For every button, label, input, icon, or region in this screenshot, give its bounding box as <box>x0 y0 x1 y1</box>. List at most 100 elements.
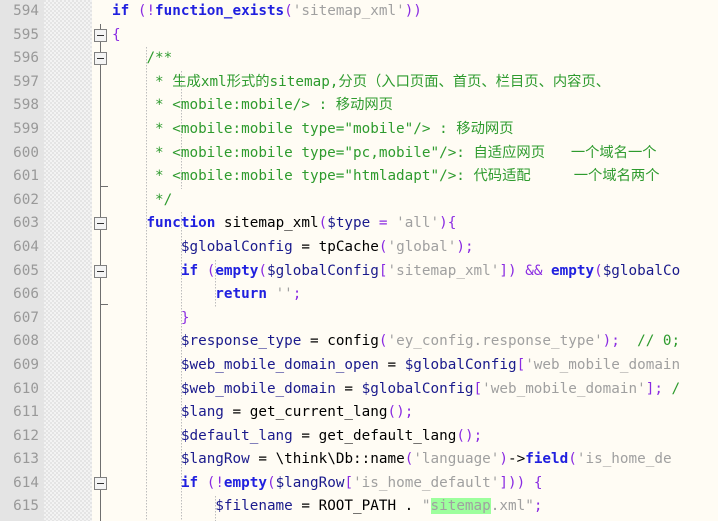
fold-toggle-icon[interactable] <box>94 52 107 66</box>
code-line[interactable]: $response_type = config('ey_config.respo… <box>112 330 680 354</box>
code-token: ) <box>404 3 414 19</box>
code-token: */ <box>112 191 173 208</box>
code-line[interactable]: if (!empty($langRow['is_home_default']))… <box>112 472 680 496</box>
line-number-column: 594 595 596 597 598 599 600 601 602 603 604 605 606 6… <box>0 0 42 521</box>
code-token: config <box>327 333 379 350</box>
code-line[interactable]: * 生成xml形式的sitemap,分页（入口页面、首页、栏目页、内容页、 <box>112 71 680 95</box>
fold-toggle-icon[interactable] <box>94 477 107 490</box>
code-token: * <mobile:mobile/> : 移动网页 <box>112 97 393 114</box>
code-token: .xml" <box>490 498 534 515</box>
code-token: 'language' <box>413 451 500 468</box>
code-line[interactable]: if (empty($globalConfig['sitemap_xml']) … <box>112 260 680 284</box>
code-token: [ <box>344 474 354 491</box>
code-token: $globalConfig <box>361 380 474 397</box>
code-token: [ <box>473 380 483 397</box>
code-token: ; <box>533 498 543 515</box>
line-number: 597 <box>13 73 39 90</box>
code-line[interactable]: * <mobile:mobile type="pc,mobile"/>: 自适应… <box>112 142 680 166</box>
code-token: ; <box>292 286 302 303</box>
code-line[interactable]: $filename = ROOT_PATH . "sitemap.xml"; <box>112 495 680 519</box>
code-line[interactable]: $globalConfig = tpCache('global'); <box>112 236 680 260</box>
code-token: sitemap_xml <box>223 215 319 232</box>
code-token: $lang <box>180 404 224 421</box>
code-editor[interactable]: 594 595 596 597 598 599 600 601 602 603 604 605 606 6… <box>0 0 718 521</box>
code-token: ( <box>594 262 603 279</box>
fold-toggle-icon[interactable] <box>94 217 107 231</box>
code-token: // 0; <box>637 333 681 350</box>
fold-toggle-icon[interactable] <box>94 264 107 278</box>
code-line[interactable]: * <mobile:mobile/> : 移动网页 <box>112 94 680 118</box>
code-line[interactable]: $langRow = \think\Db::name ('language')->… <box>112 448 680 472</box>
code-line[interactable]: function sitemap_xml($type = 'all'){ <box>112 212 680 236</box>
code-token: ) <box>499 451 508 468</box>
code-token: 'sitemap_xml' <box>387 262 500 279</box>
code-token: -> <box>508 451 526 468</box>
code-line[interactable]: $lang = get_current_lang(); <box>112 401 680 425</box>
code-token: . <box>396 498 422 515</box>
code-line[interactable]: if (!function_exists('sitemap_xml')) <box>112 0 680 24</box>
code-line[interactable]: * <mobile:mobile type="htmladapt"/>: 代码适… <box>112 165 680 189</box>
line-number: 609 <box>13 356 39 373</box>
code-token: $web_mobile_domain_open <box>180 356 379 373</box>
line-number: 610 <box>13 380 39 397</box>
code-line[interactable]: * <mobile:mobile type="mobile"/> : 移动网页 <box>112 118 680 142</box>
code-token: $globalConfig <box>180 238 293 255</box>
code-line[interactable]: { <box>112 24 680 48</box>
code-token: $filename <box>215 498 293 515</box>
code-token: empty <box>223 474 267 491</box>
code-token: = <box>292 238 319 255</box>
code-token: $default_lang <box>180 427 293 444</box>
code-token: 'sitemap_xml' <box>292 3 405 19</box>
code-token: ! <box>215 474 224 491</box>
code-token: ( <box>456 427 465 444</box>
code-line[interactable]: return ''; <box>112 283 680 307</box>
code-token: ; <box>464 238 474 255</box>
code-line[interactable]: /** <box>112 47 680 71</box>
code-line[interactable]: $web_mobile_domain = $globalConfig['web_… <box>112 378 680 402</box>
code-token: ) <box>508 262 517 279</box>
code-line[interactable]: */ <box>112 189 680 213</box>
code-token: \think\Db::name <box>275 451 405 468</box>
line-number: 595 <box>13 26 39 43</box>
code-token: 'web_mobile_domain' <box>482 380 646 397</box>
code-line[interactable]: $web_mobile_domain_open = $globalConfig[… <box>112 354 680 378</box>
code-text-area[interactable]: if (!function_exists('sitemap_xml')){ /*… <box>92 0 718 521</box>
code-token: && <box>525 262 543 279</box>
code-token: = <box>223 404 250 421</box>
code-token: ) <box>464 427 474 444</box>
code-token: 'all' <box>396 215 440 232</box>
code-token: $langRow <box>275 474 345 491</box>
code-token: { <box>112 26 121 43</box>
code-token: tpCache <box>318 238 379 255</box>
code-token: } <box>180 309 190 326</box>
code-line[interactable]: $default_lang = get_default_lang(); <box>112 425 680 449</box>
editor-gutter: 594 595 596 597 598 599 600 601 602 603 604 605 606 6… <box>0 0 92 521</box>
line-number: 615 <box>13 498 39 515</box>
code-token: function <box>146 215 216 232</box>
code-token: = <box>335 380 362 397</box>
line-number: 605 <box>13 262 39 279</box>
code-token: ) <box>516 474 526 491</box>
line-number: 603 <box>13 215 39 232</box>
code-token: $web_mobile_domain <box>180 380 336 397</box>
code-token: ; <box>473 427 483 444</box>
code-content[interactable]: if (!function_exists('sitemap_xml')){ /*… <box>112 0 680 521</box>
code-token: function_exists <box>155 3 285 19</box>
code-token: ) <box>602 333 612 350</box>
code-line[interactable]: } <box>112 307 680 331</box>
fold-toggle-icon[interactable] <box>94 28 107 42</box>
code-token: * 生成xml形式的sitemap,分页（入口页面、首页、栏目页、内容页、 <box>112 73 611 90</box>
code-token: / <box>662 380 681 397</box>
